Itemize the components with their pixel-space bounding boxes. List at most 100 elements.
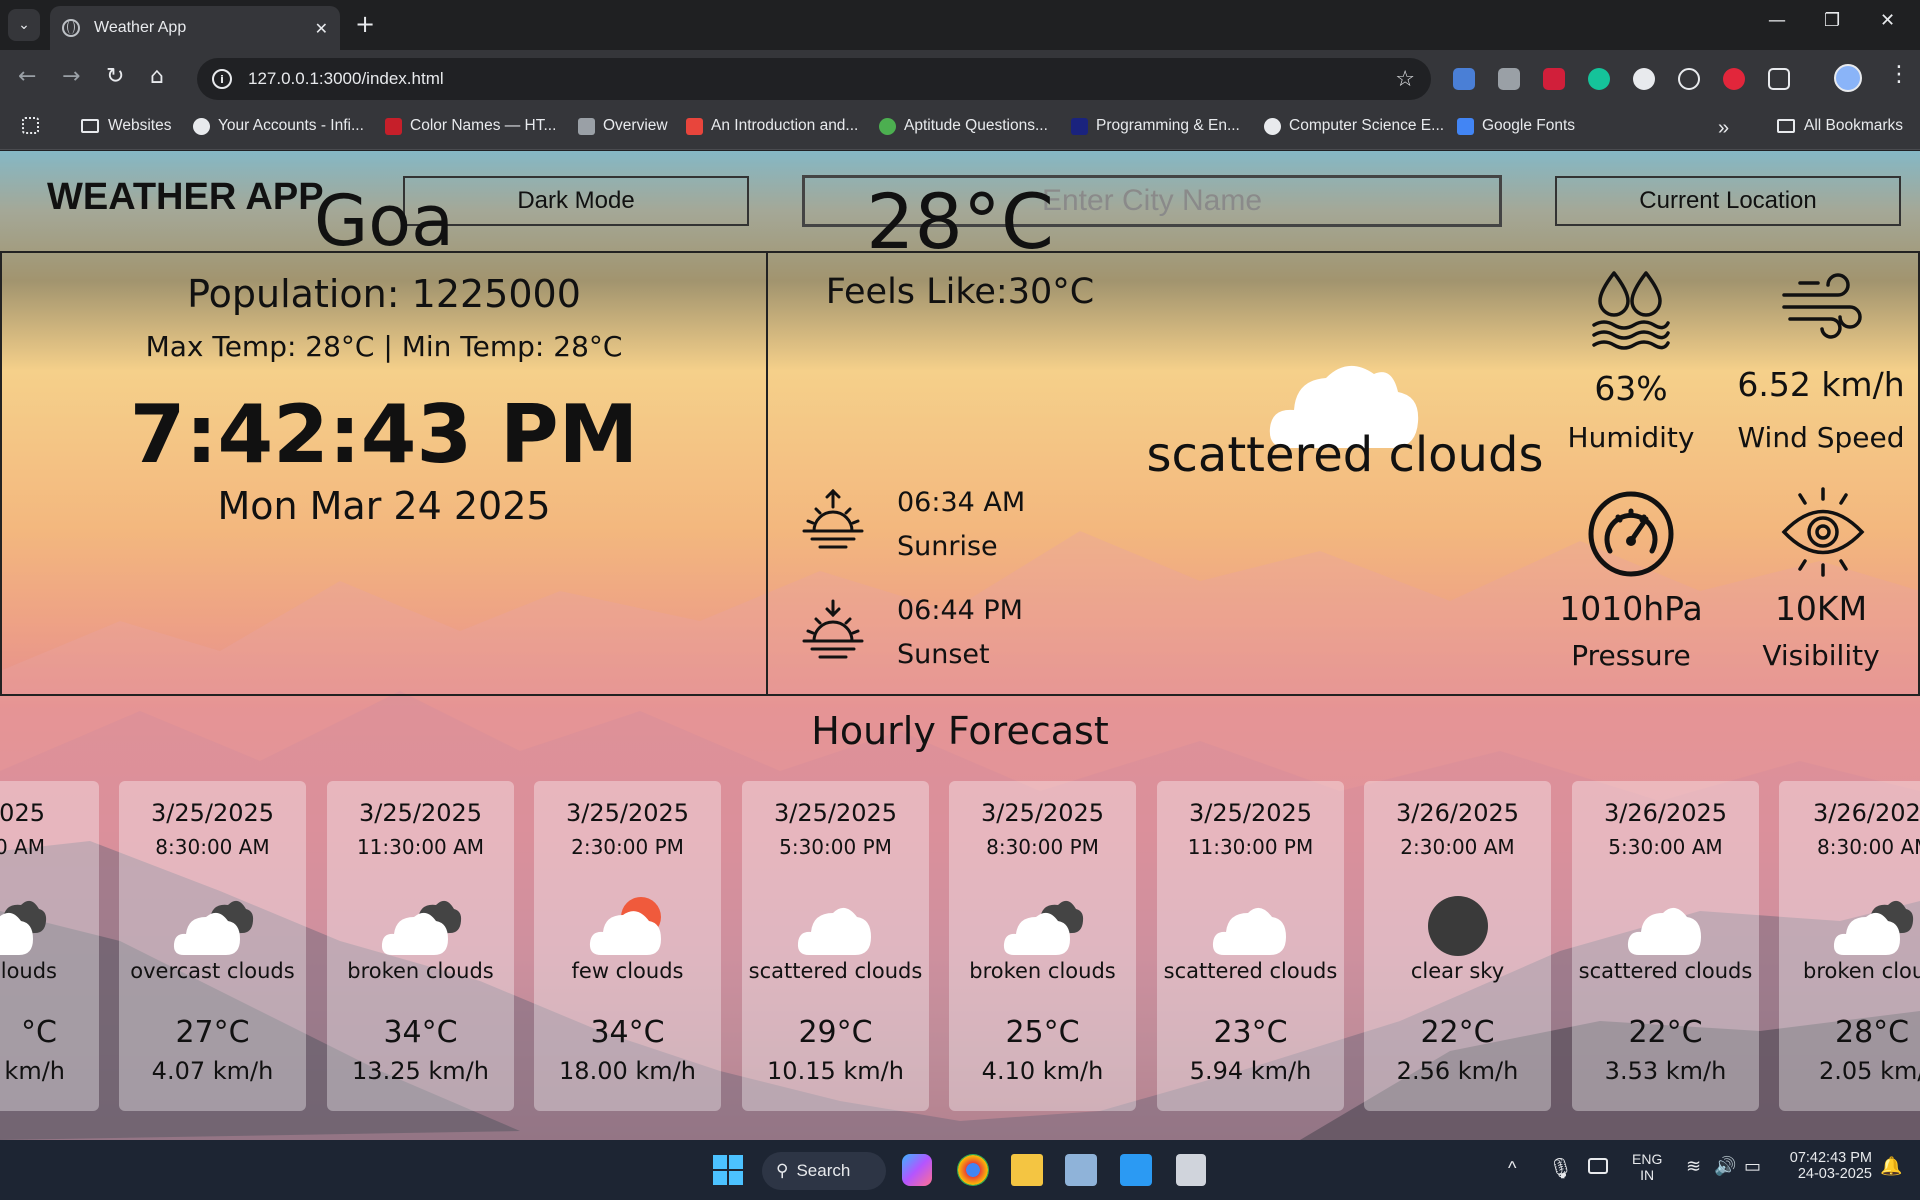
bookmark-your-accounts[interactable]: Your Accounts - Infi... (193, 117, 364, 135)
forecast-time: 11:30:00 PM (1187, 835, 1314, 859)
forecast-card: 3/26/2025 5:30:00 AM scattered clouds 22… (1572, 781, 1759, 1111)
visibility-label: Visibility (1762, 639, 1880, 672)
profile-avatar[interactable] (1834, 64, 1862, 92)
humidity-icon (1592, 271, 1670, 350)
all-bookmarks[interactable]: All Bookmarks (1777, 117, 1903, 135)
forecast-time: 11:30:00 AM (356, 835, 485, 859)
forecast-temp: 23°C (1213, 1015, 1288, 1050)
tab-close-icon[interactable]: ✕ (315, 19, 328, 38)
tab-search-chevron-icon[interactable]: ⌄ (8, 9, 40, 41)
window-close-icon[interactable]: ✕ (1880, 10, 1895, 31)
grammarly-extension-icon[interactable] (1588, 68, 1610, 90)
folder-icon (1777, 119, 1795, 133)
microphone-icon[interactable]: 🎙 (1548, 1156, 1573, 1181)
current-location-button[interactable]: Current Location (1555, 176, 1901, 226)
hourly-forecast-strip[interactable]: /2025 00 AM n clouds °C km/h 3/25/2025 8… (0, 781, 1920, 1111)
forecast-temp: 29°C (798, 1015, 873, 1050)
minimize-icon[interactable]: — (1768, 10, 1786, 31)
taskbar-search[interactable]: ⚲ Search (762, 1152, 886, 1190)
vscode-icon[interactable] (1120, 1154, 1152, 1186)
language-indicator[interactable]: ENG IN (1632, 1151, 1662, 1183)
address-bar[interactable]: i 127.0.0.1:3000/index.html ☆ (197, 58, 1431, 100)
bookmark-google-fonts[interactable]: Google Fonts (1457, 117, 1575, 135)
forecast-card: 3/26/202 8:30:00 AM broken clou 28°C 2.0… (1779, 781, 1920, 1111)
population: Population: 1225000 (187, 272, 581, 316)
region-code: IN (1640, 1167, 1655, 1183)
bookmark-color-names[interactable]: Color Names — HT... (385, 117, 556, 135)
file-explorer-icon[interactable] (1011, 1154, 1043, 1186)
bookmarks-bar: Websites Your Accounts - Infi... Color N… (0, 108, 1920, 150)
site-logo-icon (1071, 117, 1088, 135)
forecast-wind: 18.00 km/h (559, 1057, 696, 1085)
bookmark-programming[interactable]: Programming & En... (1071, 117, 1240, 135)
bookmark-computer-science[interactable]: Computer Science E... (1264, 117, 1444, 135)
apps-grid-icon[interactable] (22, 117, 47, 134)
forecast-date: 3/26/2025 (1603, 799, 1728, 827)
translate-extension-icon[interactable] (1453, 68, 1475, 90)
bookmark-overview[interactable]: Overview (578, 117, 668, 135)
extensions-puzzle-icon[interactable] (1768, 68, 1790, 90)
bookmark-star-icon[interactable]: ☆ (1395, 67, 1415, 92)
restore-icon[interactable]: ❐ (1824, 10, 1840, 31)
forecast-temp: 25°C (1005, 1015, 1080, 1050)
copilot-icon[interactable] (902, 1154, 932, 1186)
visibility-value: 10KM (1774, 589, 1868, 628)
notification-bell-icon[interactable]: 🔔 (1880, 1156, 1902, 1177)
snipping-tool-icon[interactable] (1176, 1154, 1206, 1186)
forecast-card: 3/25/2025 8:30:00 PM broken clouds 25°C … (949, 781, 1136, 1111)
wifi-icon[interactable]: ≋ (1686, 1156, 1701, 1177)
forecast-date: 3/26/2025 (1395, 799, 1520, 827)
forward-arrow-icon[interactable]: → (62, 64, 80, 89)
chrome-taskbar-icon[interactable] (957, 1154, 989, 1186)
windows-start-icon[interactable] (712, 1154, 744, 1186)
reload-icon[interactable]: ↻ (106, 64, 124, 89)
device-icon[interactable] (1588, 1158, 1608, 1174)
store-icon[interactable] (1065, 1154, 1097, 1186)
save-extension-icon[interactable] (1543, 68, 1565, 90)
visibility-eye-icon (1781, 487, 1865, 577)
forecast-description: overcast clouds (130, 959, 295, 983)
weather-description: scattered clouds (1146, 427, 1544, 483)
forecast-wind: 4.07 km/h (151, 1057, 274, 1085)
pressure-value: 1010hPa (1559, 589, 1703, 628)
home-icon[interactable]: ⌂ (150, 64, 164, 89)
print-extension-icon[interactable] (1498, 68, 1520, 90)
windows-taskbar: ⚲ Search ^ 🎙 ENG IN ≋ 🔊 ▭ 07:42:43 PM 24… (0, 1140, 1920, 1200)
forecast-temp: 28°C (1835, 1015, 1910, 1050)
forecast-date: 3/25/2025 (150, 799, 275, 827)
humidity-value: 63% (1594, 369, 1668, 408)
forecast-wind: 10.15 km/h (767, 1057, 904, 1085)
tab-title: Weather App (94, 19, 187, 36)
cloud-icon (1210, 889, 1292, 959)
site-info-icon[interactable]: i (212, 69, 232, 89)
clock-date: 24-03-2025 (1797, 1166, 1872, 1182)
bookmark-aptitude-questions[interactable]: Aptitude Questions... (879, 117, 1048, 135)
url-text[interactable]: 127.0.0.1:3000/index.html (248, 69, 1395, 89)
forecast-description: clear sky (1410, 959, 1505, 983)
forecast-description: broken clouds (347, 959, 494, 983)
more-bookmarks-chevron-icon[interactable]: » (1718, 117, 1729, 140)
menu-kebab-icon[interactable]: ⋮ (1888, 62, 1910, 87)
sunset-icon (802, 599, 864, 659)
forecast-temp: 22°C (1420, 1015, 1495, 1050)
tray-chevron-up-icon[interactable]: ^ (1508, 1158, 1516, 1179)
bookmark-an-introduction[interactable]: An Introduction and... (686, 117, 858, 135)
forecast-card: 3/25/2025 8:30:00 AM overcast clouds 27°… (119, 781, 306, 1111)
taskbar-clock[interactable]: 07:42:43 PM 24-03-2025 (1780, 1150, 1872, 1182)
forecast-wind: 5.94 km/h (1189, 1057, 1312, 1085)
new-tab-plus-icon[interactable]: + (355, 10, 375, 38)
battery-icon[interactable]: ▭ (1744, 1156, 1761, 1177)
forecast-card: 3/26/2025 2:30:00 AM clear sky 22°C 2.56… (1364, 781, 1551, 1111)
broken-clouds-icon (1002, 889, 1084, 959)
forecast-date: /2025 (0, 799, 45, 827)
dark-reader-extension-icon[interactable] (1633, 68, 1655, 90)
bookmark-websites[interactable]: Websites (81, 117, 171, 135)
forecast-wind: 3.53 km/h (1604, 1057, 1727, 1085)
forecast-temp: 34°C (590, 1015, 665, 1050)
volume-icon[interactable]: 🔊 (1714, 1156, 1736, 1177)
forecast-description: few clouds (571, 959, 684, 983)
back-arrow-icon[interactable]: ← (18, 64, 36, 89)
tab-weather-app[interactable]: Weather App ✕ (50, 6, 340, 50)
adblock-plus-icon[interactable] (1723, 68, 1745, 90)
react-devtools-icon[interactable] (1678, 68, 1700, 90)
